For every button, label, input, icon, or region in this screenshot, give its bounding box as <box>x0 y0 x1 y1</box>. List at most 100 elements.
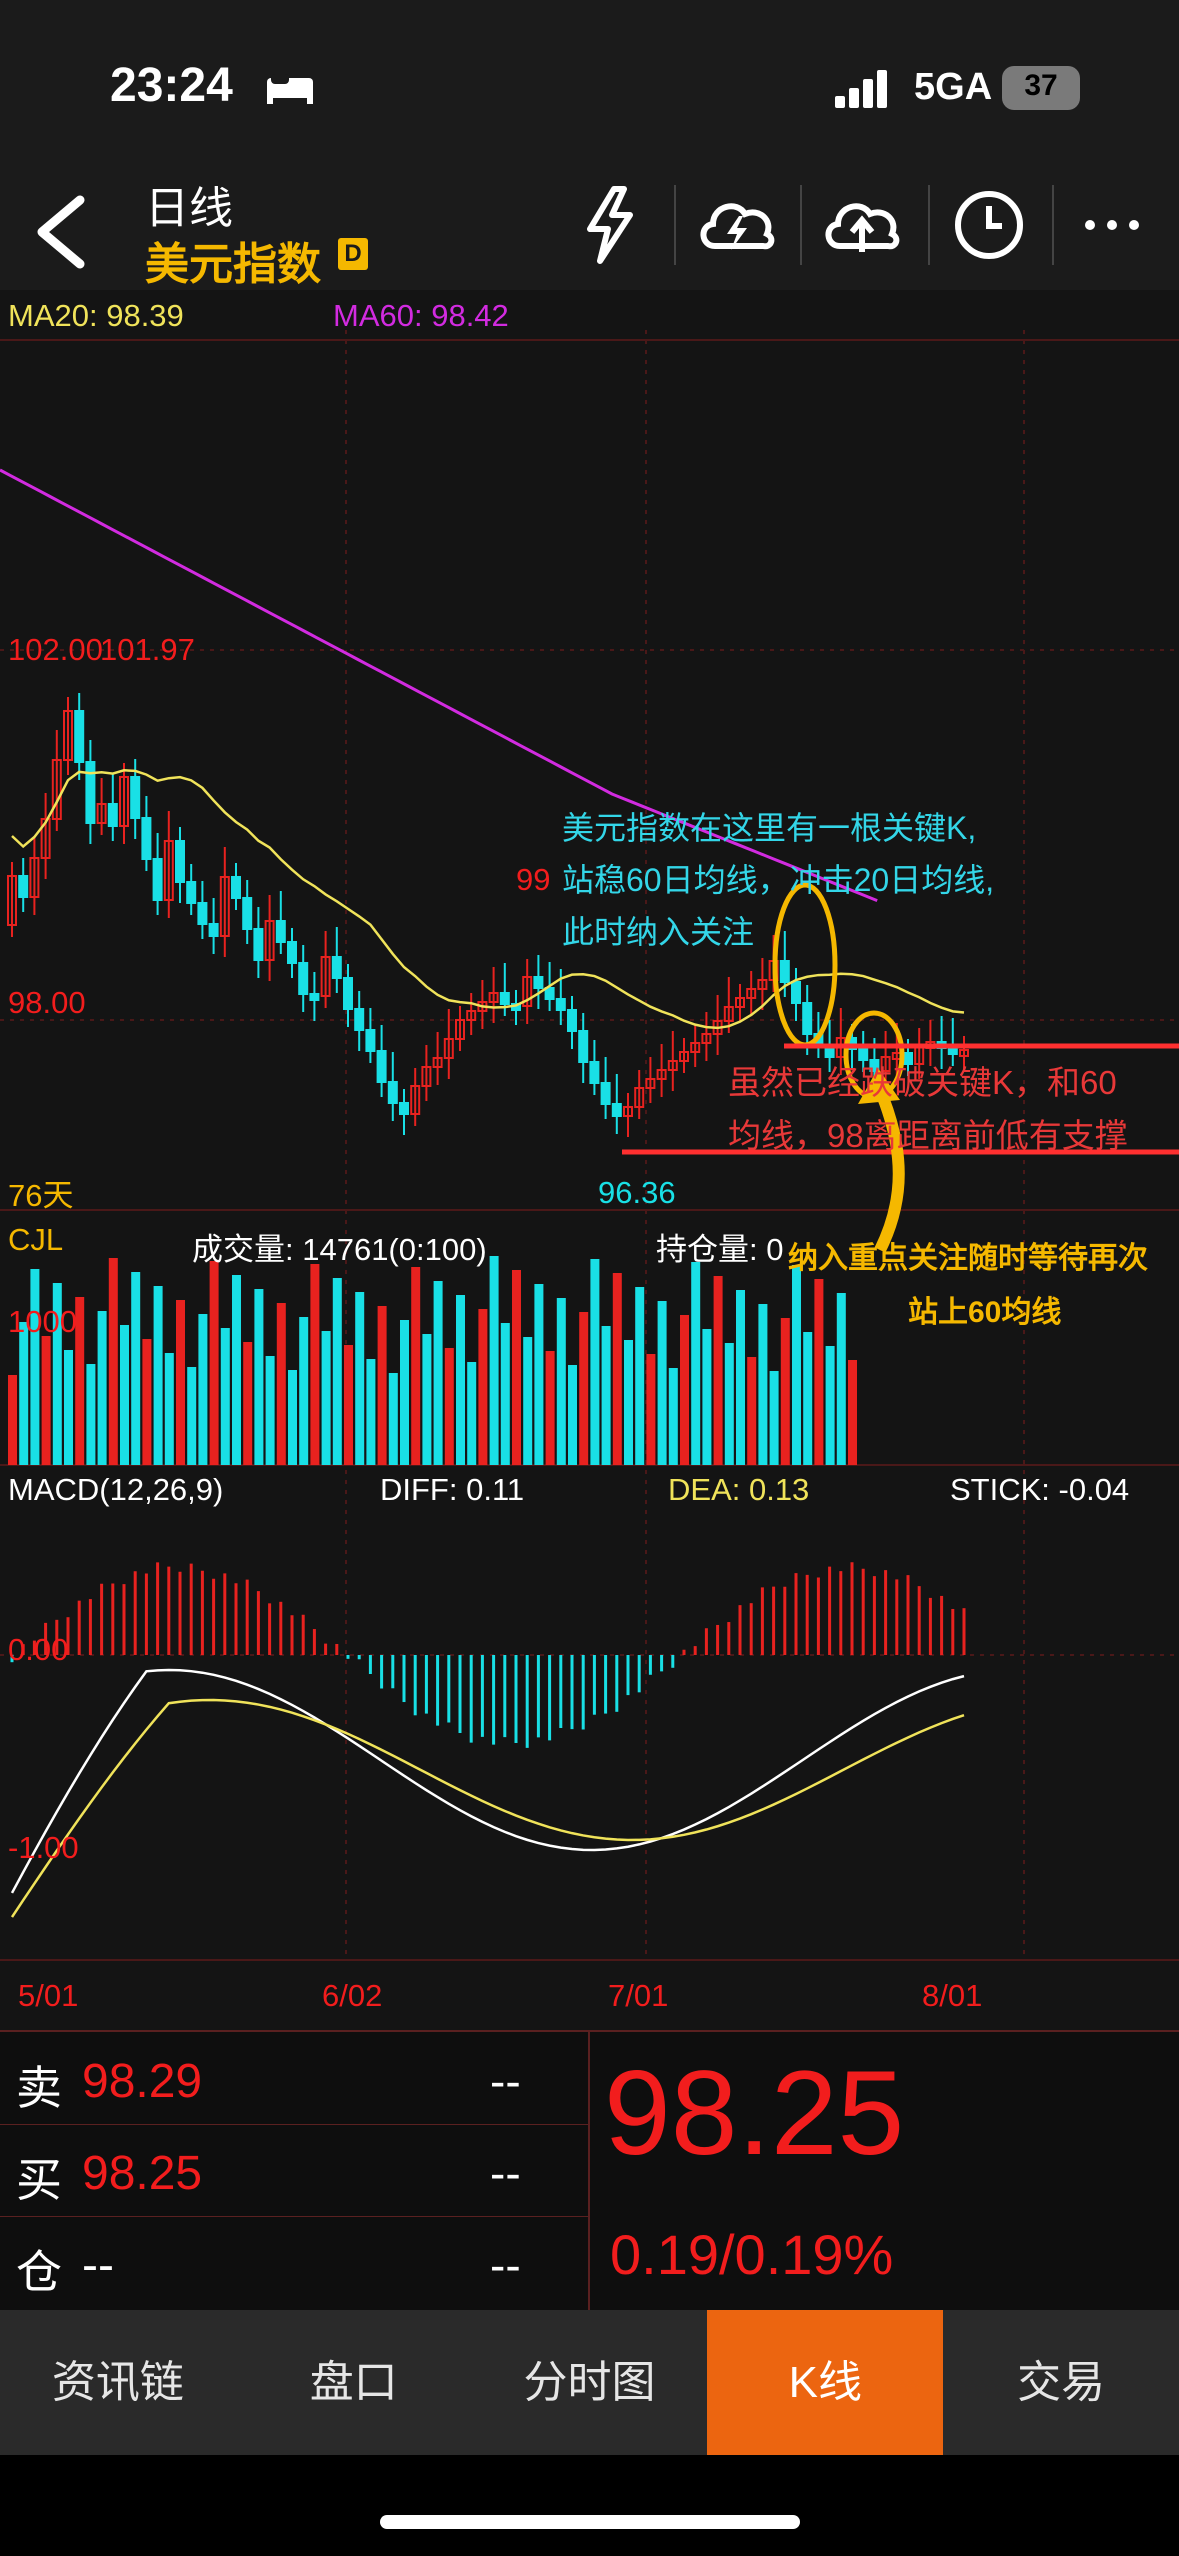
candle-body <box>802 1002 813 1035</box>
volume-bar <box>64 1350 73 1465</box>
header-divider-2 <box>800 185 802 265</box>
candle-body <box>611 1103 622 1117</box>
volume-bar <box>534 1284 544 1465</box>
candle-body <box>208 923 219 937</box>
candle-body <box>242 897 253 930</box>
macd-label: MACD(12,26,9) <box>8 1472 224 1507</box>
candle-body <box>499 992 510 1005</box>
date-label-4: 8/01 <box>922 1978 983 2013</box>
candle-body <box>589 1061 600 1084</box>
volume-bar <box>590 1259 600 1465</box>
battery-icon: 37 <box>1002 66 1080 110</box>
cloud-upload-icon[interactable] <box>820 190 905 260</box>
tab-timeshare[interactable]: 分时图 <box>472 2310 708 2455</box>
volume-bar <box>668 1368 678 1465</box>
volume-bar <box>97 1311 107 1465</box>
position-qty: -- <box>490 2239 521 2291</box>
candle-body <box>578 1030 589 1063</box>
volume-bar <box>8 1375 17 1465</box>
volume-bar <box>433 1281 443 1465</box>
stick-readout: STICK: -0.04 <box>950 1472 1130 1507</box>
date-label-1: 5/01 <box>18 1978 79 2013</box>
annotation-note-2: 虽然已经跌破关键K，和60 均线，98离距离前低有支撑 <box>728 1056 1128 1162</box>
volume-bar <box>377 1306 387 1465</box>
buy-label: 买 <box>16 2154 62 2206</box>
volume-bar <box>400 1320 409 1465</box>
macd-zero-label: 0.00 <box>8 1632 69 1667</box>
volume-bar <box>108 1258 118 1465</box>
candle-body <box>399 1102 409 1115</box>
candle-body <box>544 987 555 1000</box>
volume-bar <box>848 1360 857 1465</box>
tab-kline[interactable]: K线 <box>707 2310 944 2455</box>
volume-bar <box>601 1326 611 1465</box>
dea-readout: DEA: 0.13 <box>668 1472 810 1507</box>
cloud-sync-icon[interactable] <box>695 190 780 260</box>
volume-bar <box>220 1328 230 1465</box>
volume-bar <box>366 1359 376 1465</box>
ma60-readout: MA60: 98.42 <box>333 298 509 333</box>
note1-line3: 此时纳入关注 <box>562 914 755 950</box>
candle-body <box>567 1009 577 1032</box>
buy-price: 98.25 <box>82 2147 203 2200</box>
note1-line1: 美元指数在这里有一根关键K, <box>562 810 977 846</box>
volume-bar <box>164 1353 174 1465</box>
volume-bar <box>713 1276 723 1465</box>
volume-bar <box>579 1312 589 1465</box>
candle-body <box>130 776 141 819</box>
volume-bar <box>769 1371 779 1465</box>
daily-badge: D <box>338 238 368 270</box>
candle-body <box>555 998 566 1011</box>
price-axis-98: 98.00 <box>8 985 86 1020</box>
back-button[interactable] <box>28 192 98 272</box>
header-divider-4 <box>1052 185 1054 265</box>
note2-line1: 虽然已经跌破关键K，和60 <box>728 1064 1117 1101</box>
note3-line1: 纳入重点关注随时等待再次 <box>788 1242 1148 1275</box>
volume-bar <box>736 1290 745 1465</box>
volume-bar <box>142 1339 152 1465</box>
macd-neg-label: -1.00 <box>8 1830 79 1865</box>
volume-bar <box>456 1295 465 1465</box>
tab-orderbook[interactable]: 盘口 <box>236 2310 472 2455</box>
candle-body <box>186 881 197 904</box>
tab-news[interactable]: 资讯链 <box>0 2310 236 2455</box>
volume-bar <box>780 1318 790 1465</box>
volume-bar <box>30 1269 40 1465</box>
candle-body <box>152 858 163 901</box>
symbol-name: 美元指数 <box>145 240 321 289</box>
tab-trade[interactable]: 交易 <box>943 2310 1179 2455</box>
volume-bar <box>691 1262 701 1465</box>
volume-bar <box>758 1304 768 1465</box>
buy-row[interactable]: 买 98.25 -- <box>0 2124 588 2217</box>
clock-icon[interactable] <box>952 188 1026 262</box>
volume-bar <box>344 1345 353 1465</box>
volume-bar <box>422 1334 432 1465</box>
volume-bar <box>355 1292 365 1465</box>
note3-line2: 站上60均线 <box>908 1296 1062 1329</box>
volume-bar <box>41 1336 51 1465</box>
more-icon[interactable] <box>1082 215 1142 235</box>
volume-bar <box>545 1351 555 1465</box>
volume-bar <box>523 1337 533 1465</box>
sell-row[interactable]: 卖 98.29 -- <box>0 2032 588 2125</box>
last-price: 98.25 <box>604 2046 905 2180</box>
volume-bar <box>512 1270 521 1465</box>
home-indicator[interactable] <box>380 2515 800 2529</box>
position-row[interactable]: 仓 -- -- <box>0 2216 588 2308</box>
volume-bar <box>209 1261 219 1465</box>
candle-body <box>343 977 353 1010</box>
open-interest-readout: 持仓量: 0 <box>656 1232 784 1267</box>
candle-body <box>253 928 264 961</box>
lightning-icon[interactable] <box>580 185 640 265</box>
buy-qty: -- <box>490 2147 521 2199</box>
volume-bar <box>153 1286 163 1465</box>
sell-price: 98.29 <box>82 2055 203 2108</box>
volume-bar <box>624 1340 633 1465</box>
candle-body <box>141 817 152 860</box>
volume-bar <box>86 1364 96 1465</box>
network-label: 5GA <box>914 66 993 108</box>
volume-bar <box>176 1300 185 1465</box>
volume-bar <box>556 1298 566 1465</box>
volume-bar <box>478 1309 488 1465</box>
volume-bar <box>198 1314 208 1465</box>
